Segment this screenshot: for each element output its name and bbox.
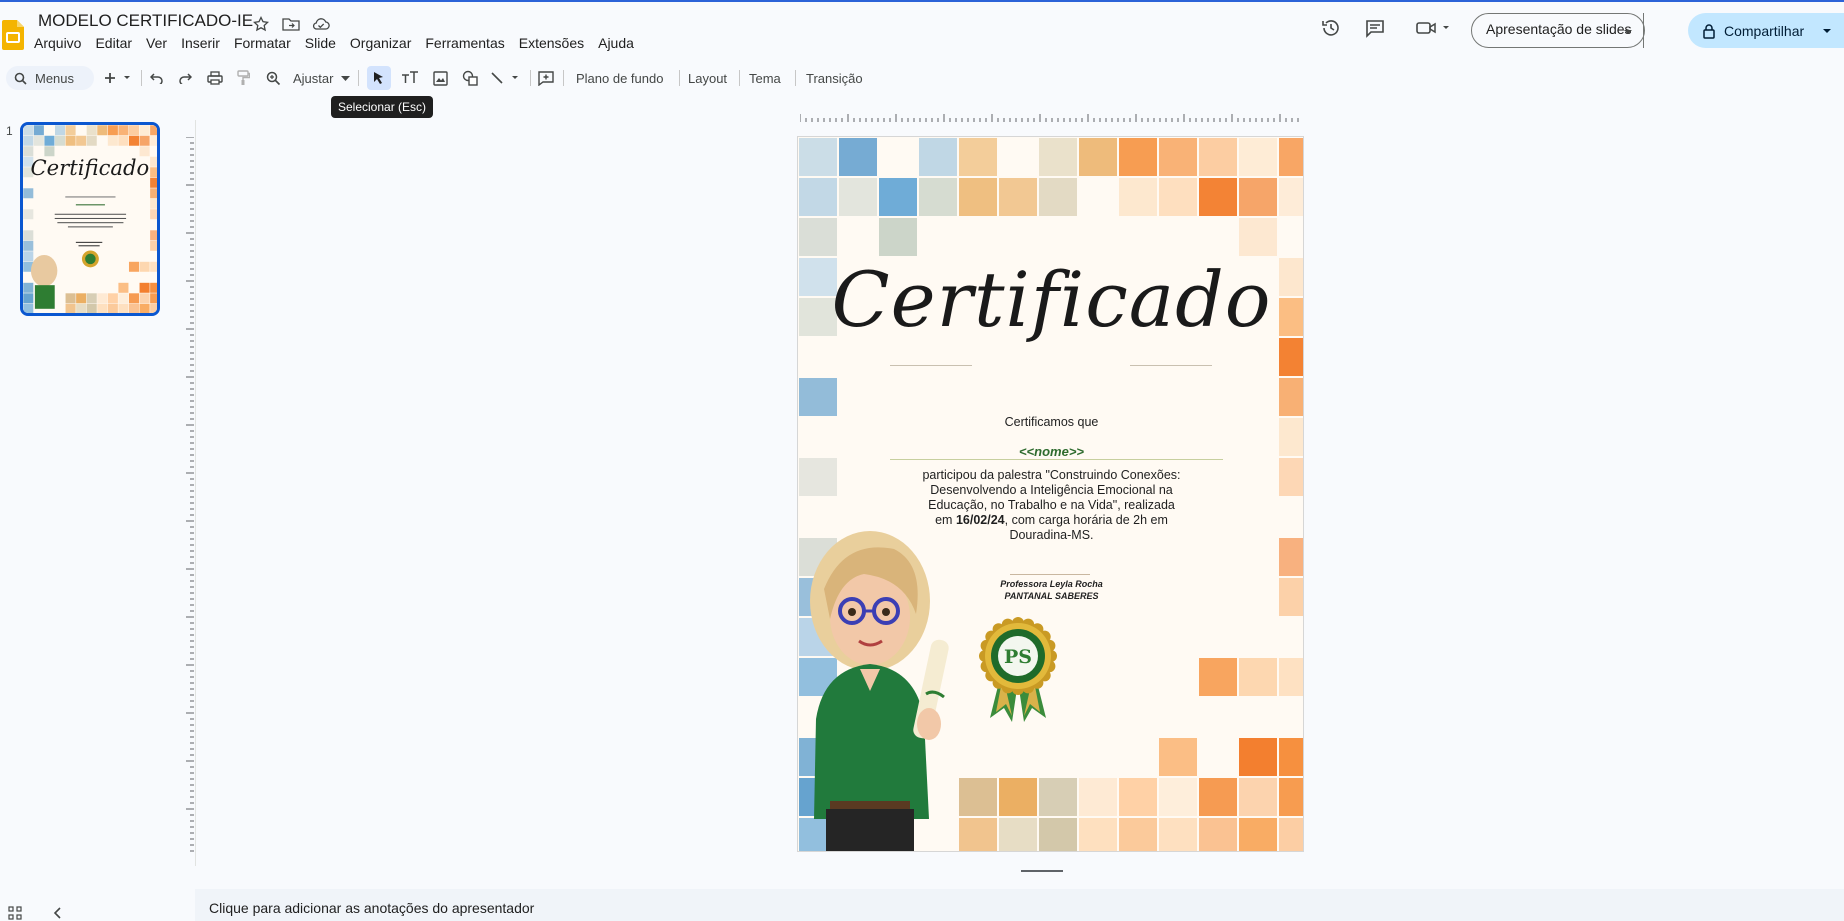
share-label: Compartilhar (1724, 22, 1805, 39)
add-comment-icon[interactable] (535, 66, 557, 90)
menu-extens-es[interactable]: Extensões (515, 35, 588, 51)
background-button[interactable]: Plano de fundo (570, 66, 669, 90)
collapse-filmstrip-icon[interactable] (52, 906, 62, 920)
certificate-title[interactable]: Certificado (798, 255, 1303, 344)
seal-text: PS (1004, 646, 1032, 668)
document-title[interactable]: MODELO CERTIFICADO-IE (38, 11, 253, 31)
svg-text:Certificado: Certificado (30, 155, 149, 180)
menu-organizar[interactable]: Organizar (346, 35, 415, 51)
select-tool-icon[interactable] (367, 66, 391, 90)
body-text-end: , com carga horária de 2h em Douradina-M… (1004, 513, 1168, 542)
text-box-icon[interactable] (398, 66, 422, 90)
menus-search-label: Menus (35, 70, 75, 86)
teacher-illustration-image[interactable] (804, 519, 964, 852)
grid-view-icon[interactable] (8, 906, 22, 920)
slide-number: 1 (6, 124, 13, 138)
slide-thumbnail[interactable]: Certificado (20, 122, 160, 316)
menus-search[interactable]: Menus (6, 66, 94, 90)
speaker-notes-placeholder[interactable]: Clique para adicionar as anotações do ap… (209, 900, 534, 916)
undo-icon[interactable] (147, 66, 167, 90)
version-history-icon[interactable] (1315, 12, 1347, 44)
new-slide-button[interactable] (101, 66, 135, 90)
slides-logo-icon[interactable] (2, 20, 24, 50)
move-folder-icon[interactable] (280, 14, 302, 34)
share-button[interactable]: Compartilhar (1688, 13, 1844, 48)
menu-bar: Arquivo Editar Ver Inserir Formatar Slide Orga… (30, 35, 644, 51)
toolbar: Menus Ajustar Plano de fundo Layout Tema… (0, 62, 1844, 94)
slide-resize-handle[interactable] (1021, 870, 1063, 872)
line-tool-icon[interactable] (489, 66, 523, 90)
menu-ferramentas[interactable]: Ferramentas (421, 35, 508, 51)
thumbnail-preview: Certificado (23, 125, 157, 313)
signature-line (1010, 574, 1090, 575)
zoom-icon[interactable] (262, 66, 284, 90)
zoom-select[interactable]: Ajustar (287, 66, 356, 90)
zoom-label: Ajustar (293, 70, 334, 86)
select-tooltip: Selecionar (Esc) (331, 96, 434, 118)
certificate-intro[interactable]: Certificamos que (798, 415, 1303, 429)
meet-call-icon[interactable] (1410, 12, 1456, 44)
comments-icon[interactable] (1359, 12, 1391, 44)
redo-icon[interactable] (175, 66, 195, 90)
lock-icon (1703, 23, 1715, 39)
title-underline-left (890, 365, 972, 366)
insert-image-icon[interactable] (428, 66, 452, 90)
award-seal-image[interactable]: PS (968, 612, 1068, 724)
speaker-notes-panel[interactable]: Clique para adicionar as anotações do ap… (195, 889, 1844, 921)
share-dropdown-icon[interactable] (1822, 28, 1832, 34)
slideshow-button[interactable]: Apresentação de slides (1471, 13, 1645, 48)
slideshow-dropdown-icon[interactable] (1612, 14, 1644, 49)
vertical-ruler[interactable] (186, 137, 194, 853)
menu-ver[interactable]: Ver (142, 35, 171, 51)
chevron-down-icon (341, 75, 351, 81)
theme-button[interactable]: Tema (743, 66, 787, 90)
shape-icon[interactable] (458, 66, 482, 90)
menu-formatar[interactable]: Formatar (230, 35, 295, 51)
menu-slide[interactable]: Slide (301, 35, 340, 51)
title-underline-right (1130, 365, 1212, 366)
certificate-slide[interactable]: Certificado Certificamos que <<nome>> pa… (797, 136, 1304, 852)
recipient-name-placeholder[interactable]: <<nome>> (798, 444, 1303, 459)
star-icon[interactable] (250, 14, 272, 34)
menu-inserir[interactable]: Inserir (177, 35, 224, 51)
menu-arquivo[interactable]: Arquivo (30, 35, 85, 51)
print-icon[interactable] (204, 66, 226, 90)
app-header: MODELO CERTIFICADO-IE Arquivo Editar Ver In… (0, 2, 1844, 60)
paint-format-icon[interactable] (232, 66, 254, 90)
transition-button[interactable]: Transição (800, 66, 869, 90)
plus-icon (105, 73, 130, 83)
search-icon (14, 72, 27, 85)
name-underline (890, 459, 1223, 460)
horizontal-ruler[interactable] (800, 114, 1302, 122)
cloud-status-icon[interactable] (310, 14, 332, 34)
menu-editar[interactable]: Editar (91, 35, 136, 51)
menu-ajuda[interactable]: Ajuda (594, 35, 638, 51)
layout-button[interactable]: Layout (682, 66, 733, 90)
